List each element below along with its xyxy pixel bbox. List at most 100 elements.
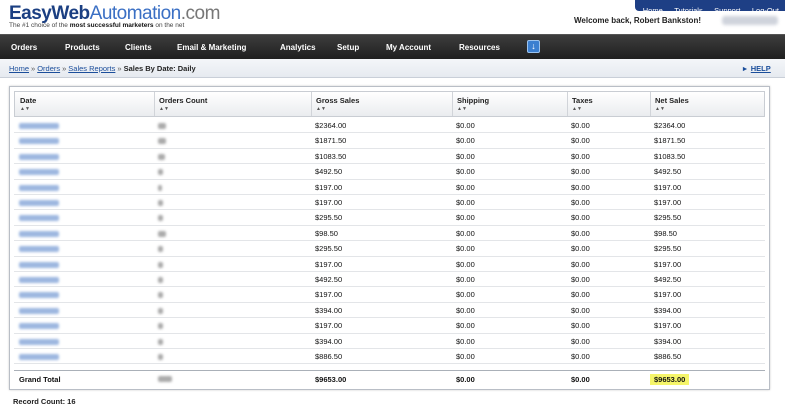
- breadcrumb-orders[interactable]: Orders: [37, 64, 60, 73]
- shipping-cell: $0.00: [456, 136, 475, 146]
- column-header-gross-sales[interactable]: Gross Sales ▲▼: [316, 96, 359, 112]
- orders-count-redacted: [158, 184, 162, 191]
- sort-icon: ▲▼: [457, 106, 467, 112]
- home-link[interactable]: Home: [643, 5, 663, 16]
- shipping-cell: $0.00: [456, 198, 475, 207]
- logo-part-easy: Easy: [9, 3, 52, 24]
- table-row: $1871.50 $0.00 $0.00 $1871.50: [14, 133, 765, 149]
- nav-orders[interactable]: Orders: [11, 35, 37, 60]
- shipping-cell: $0.00: [456, 275, 475, 284]
- column-header-orders-count[interactable]: Orders Count ▲▼: [159, 96, 207, 112]
- orders-count-redacted: [158, 230, 166, 237]
- net-sales-cell: $197.00: [654, 259, 682, 269]
- help-bullet-icon: ▸: [743, 64, 747, 73]
- column-header-taxes[interactable]: Taxes ▲▼: [572, 96, 593, 112]
- shipping-cell: $0.00: [456, 151, 475, 161]
- date-link-redacted[interactable]: [19, 184, 59, 191]
- nav-resources[interactable]: Resources: [459, 35, 500, 60]
- column-divider: [650, 92, 651, 116]
- orders-count-redacted: [158, 338, 163, 345]
- taxes-cell: $0.00: [571, 121, 590, 130]
- support-link[interactable]: Support: [714, 5, 740, 16]
- net-sales-cell: $886.50: [654, 352, 682, 361]
- date-link-redacted[interactable]: [19, 169, 59, 176]
- date-link-redacted[interactable]: [19, 200, 59, 206]
- date-link-redacted[interactable]: [19, 292, 59, 299]
- top-links: Home Tutorials Support Log-Out: [634, 0, 785, 15]
- orders-count-redacted: [158, 354, 163, 360]
- taxes-cell: $0.00: [571, 336, 590, 346]
- record-count: Record Count: 16: [13, 397, 76, 406]
- help-link[interactable]: HELP: [751, 64, 771, 73]
- date-link-redacted[interactable]: [19, 354, 59, 360]
- download-icon[interactable]: ↓: [527, 40, 540, 53]
- tagline-pre: The #1 choice of the: [9, 22, 70, 29]
- date-link-redacted[interactable]: [19, 261, 59, 268]
- breadcrumb-home[interactable]: Home: [9, 64, 29, 73]
- shipping-cell: $0.00: [456, 321, 475, 331]
- date-link-redacted[interactable]: [19, 323, 59, 330]
- taxes-cell: $0.00: [571, 352, 590, 361]
- date-link-redacted[interactable]: [19, 307, 59, 314]
- date-link-redacted[interactable]: [19, 153, 59, 160]
- breadcrumb-separator: »: [117, 64, 122, 73]
- column-header-date[interactable]: Date ▲▼: [20, 96, 36, 112]
- column-header-net-sales[interactable]: Net Sales ▲▼: [655, 96, 689, 112]
- taxes-cell: $0.00: [571, 213, 590, 223]
- tutorials-link[interactable]: Tutorials: [674, 5, 702, 16]
- date-link-redacted[interactable]: [19, 123, 59, 129]
- logout-link[interactable]: Log-Out: [752, 5, 779, 16]
- net-sales-cell: $492.50: [654, 167, 682, 177]
- gross-sales-cell: $295.50: [315, 213, 343, 223]
- breadcrumb-current: Sales By Date: Daily: [123, 64, 196, 73]
- column-header-shipping[interactable]: Shipping ▲▼: [457, 96, 489, 112]
- orders-count-redacted: [158, 153, 165, 160]
- date-link-redacted[interactable]: [19, 215, 59, 222]
- nav-my-account[interactable]: My Account: [386, 35, 431, 60]
- logo-part-automation: Automation: [89, 3, 182, 24]
- sort-icon: ▲▼: [655, 106, 665, 112]
- table-row: $492.50 $0.00 $0.00 $492.50: [14, 272, 765, 288]
- nav-setup[interactable]: Setup: [337, 35, 359, 60]
- nav-clients[interactable]: Clients: [125, 35, 152, 60]
- gross-sales-cell: $492.50: [315, 167, 343, 177]
- sort-icon: ▲▼: [20, 106, 30, 112]
- column-divider: [567, 92, 568, 116]
- table-row: $295.50 $0.00 $0.00 $295.50: [14, 241, 765, 257]
- orders-count-redacted: [158, 277, 163, 283]
- taxes-cell: $0.00: [571, 290, 590, 300]
- date-link-redacted[interactable]: [19, 230, 59, 237]
- grand-total-shipping: $0.00: [456, 375, 475, 384]
- breadcrumb-sales-reports[interactable]: Sales Reports: [68, 64, 115, 73]
- table-header: Date ▲▼ Orders Count ▲▼ Gross Sales ▲▼ Ship…: [14, 91, 765, 117]
- date-link-redacted[interactable]: [19, 246, 59, 253]
- date-link-redacted[interactable]: [19, 338, 59, 345]
- column-header-label: Gross Sales: [316, 96, 360, 105]
- column-header-label: Shipping: [457, 96, 490, 105]
- gross-sales-cell: $1871.50: [315, 136, 347, 146]
- shipping-cell: $0.00: [456, 182, 475, 192]
- shipping-cell: $0.00: [456, 259, 475, 269]
- net-sales-cell: $197.00: [654, 182, 682, 192]
- table-row: $492.50 $0.00 $0.00 $492.50: [14, 164, 765, 180]
- date-link-redacted[interactable]: [19, 277, 59, 283]
- table-row: $197.00 $0.00 $0.00 $197.00: [14, 195, 765, 211]
- logo[interactable]: EasyWebAutomation.com: [9, 4, 220, 24]
- net-sales-cell: $98.50: [654, 228, 677, 238]
- orders-count-redacted: [158, 169, 163, 176]
- breadcrumb-bar: Home» Orders» Sales Reports» Sales By Date:…: [0, 59, 785, 78]
- net-sales-cell: $197.00: [654, 321, 682, 331]
- column-divider: [452, 92, 453, 116]
- date-link-redacted[interactable]: [19, 138, 59, 145]
- column-divider: [154, 92, 155, 116]
- gross-sales-cell: $295.50: [315, 244, 343, 254]
- gross-sales-cell: $394.00: [315, 305, 343, 315]
- nav-email-marketing[interactable]: Email & Marketing: [177, 35, 246, 60]
- nav-analytics[interactable]: Analytics: [280, 35, 316, 60]
- nav-products[interactable]: Products: [65, 35, 100, 60]
- shipping-cell: $0.00: [456, 213, 475, 223]
- column-header-label: Taxes: [572, 96, 593, 105]
- taxes-cell: $0.00: [571, 167, 590, 177]
- table-row: $886.50 $0.00 $0.00 $886.50: [14, 349, 765, 365]
- logo-part-com: .com: [180, 3, 221, 24]
